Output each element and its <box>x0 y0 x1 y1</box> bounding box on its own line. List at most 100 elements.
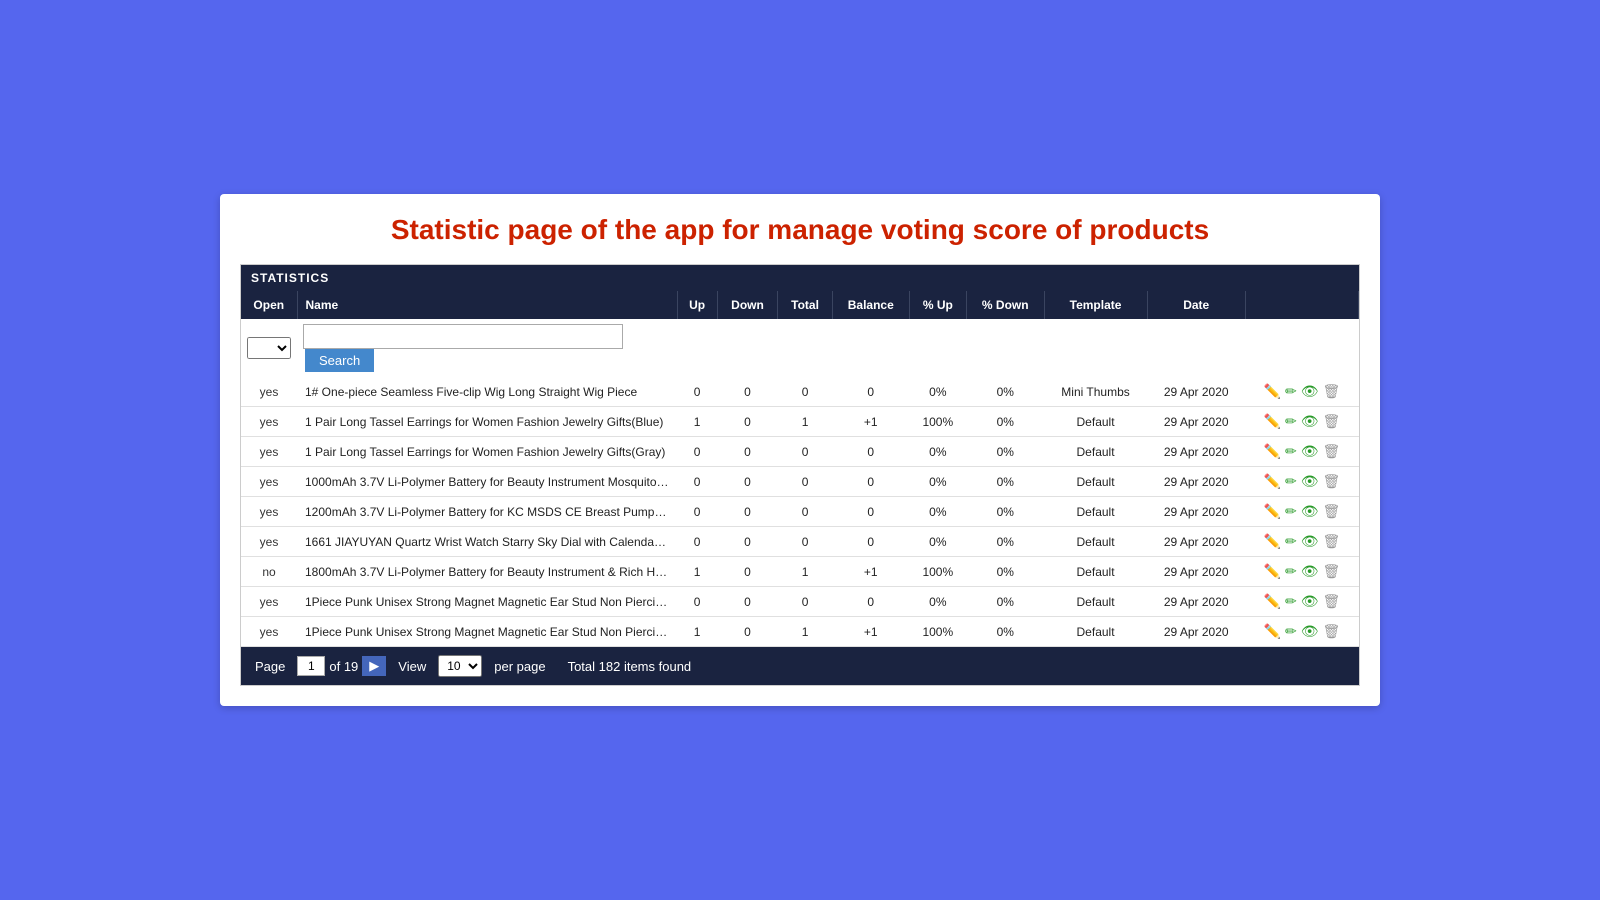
cell-pct-down: 0% <box>966 467 1044 497</box>
col-actions <box>1245 291 1358 319</box>
edit-icon[interactable]: ✏ <box>1285 593 1297 610</box>
cell-balance: +1 <box>832 617 909 647</box>
cell-balance: +1 <box>832 557 909 587</box>
delete-icon[interactable]: 🗑 <box>1323 563 1341 580</box>
cell-pct-up: 0% <box>909 467 966 497</box>
cell-down: 0 <box>717 527 778 557</box>
edit-link-icon[interactable]: ✏️ <box>1264 443 1281 460</box>
col-open: Open <box>241 291 297 319</box>
cell-down: 0 <box>717 557 778 587</box>
col-date: Date <box>1147 291 1245 319</box>
cell-down: 0 <box>717 617 778 647</box>
search-up-cell <box>677 319 717 377</box>
delete-icon[interactable]: 🗑 <box>1323 413 1341 430</box>
edit-link-icon[interactable]: ✏️ <box>1264 413 1281 430</box>
view-icon[interactable]: 👁 <box>1301 533 1319 550</box>
edit-icon[interactable]: ✏ <box>1285 413 1297 430</box>
edit-link-icon[interactable]: ✏️ <box>1264 593 1281 610</box>
edit-icon[interactable]: ✏ <box>1285 563 1297 580</box>
delete-icon[interactable]: 🗑 <box>1323 593 1341 610</box>
cell-up: 0 <box>677 467 717 497</box>
delete-icon[interactable]: 🗑 <box>1323 503 1341 520</box>
next-page-button[interactable]: ▶ <box>362 656 386 676</box>
edit-link-icon[interactable]: ✏️ <box>1264 563 1281 580</box>
view-icon[interactable]: 👁 <box>1301 443 1319 460</box>
edit-link-icon[interactable]: ✏️ <box>1264 503 1281 520</box>
edit-icon[interactable]: ✏ <box>1285 443 1297 460</box>
cell-template: Mini Thumbs <box>1044 377 1147 407</box>
cell-up: 1 <box>677 617 717 647</box>
delete-icon[interactable]: 🗑 <box>1323 383 1341 400</box>
view-icon[interactable]: 👁 <box>1301 413 1319 430</box>
cell-template: Default <box>1044 407 1147 437</box>
search-open-cell: yes no <box>241 319 297 377</box>
search-actions-cell <box>1245 319 1358 377</box>
delete-icon[interactable]: 🗑 <box>1323 623 1341 640</box>
col-pct-down: % Down <box>966 291 1044 319</box>
view-icon[interactable]: 👁 <box>1301 383 1319 400</box>
view-icon[interactable]: 👁 <box>1301 593 1319 610</box>
page-number-input[interactable] <box>297 656 325 676</box>
cell-down: 0 <box>717 437 778 467</box>
edit-icon[interactable]: ✏ <box>1285 473 1297 490</box>
edit-link-icon[interactable]: ✏️ <box>1264 623 1281 640</box>
cell-total: 0 <box>778 437 833 467</box>
cell-open: yes <box>241 467 297 497</box>
cell-pct-up: 0% <box>909 437 966 467</box>
table-row: yes 1000mAh 3.7V Li-Polymer Battery for … <box>241 467 1359 497</box>
cell-total: 1 <box>778 407 833 437</box>
cell-date: 29 Apr 2020 <box>1147 617 1245 647</box>
col-down: Down <box>717 291 778 319</box>
view-icon[interactable]: 👁 <box>1301 563 1319 580</box>
edit-icon[interactable]: ✏ <box>1285 503 1297 520</box>
per-page-select[interactable]: 10 25 50 <box>438 655 482 677</box>
edit-link-icon[interactable]: ✏️ <box>1264 473 1281 490</box>
view-icon[interactable]: 👁 <box>1301 473 1319 490</box>
cell-date: 29 Apr 2020 <box>1147 497 1245 527</box>
cell-up: 0 <box>677 437 717 467</box>
col-template: Template <box>1044 291 1147 319</box>
edit-link-icon[interactable]: ✏️ <box>1264 533 1281 550</box>
col-name: Name <box>297 291 677 319</box>
search-template-cell <box>1044 319 1147 377</box>
edit-icon[interactable]: ✏ <box>1285 623 1297 640</box>
cell-balance: 0 <box>832 377 909 407</box>
table-row: yes 1 Pair Long Tassel Earrings for Wome… <box>241 407 1359 437</box>
cell-balance: +1 <box>832 407 909 437</box>
table-row: yes 1# One-piece Seamless Five-clip Wig … <box>241 377 1359 407</box>
cell-pct-down: 0% <box>966 527 1044 557</box>
search-date-cell <box>1147 319 1245 377</box>
view-label: View <box>398 659 426 674</box>
view-icon[interactable]: 👁 <box>1301 503 1319 520</box>
cell-up: 1 <box>677 557 717 587</box>
cell-pct-down: 0% <box>966 587 1044 617</box>
search-row: yes no Search <box>241 319 1359 377</box>
cell-template: Default <box>1044 587 1147 617</box>
delete-icon[interactable]: 🗑 <box>1323 473 1341 490</box>
per-page-label: per page <box>494 659 545 674</box>
cell-open: no <box>241 557 297 587</box>
cell-total: 1 <box>778 617 833 647</box>
open-filter-select[interactable]: yes no <box>247 337 291 359</box>
delete-icon[interactable]: 🗑 <box>1323 443 1341 460</box>
cell-open: yes <box>241 407 297 437</box>
view-icon[interactable]: 👁 <box>1301 623 1319 640</box>
col-total: Total <box>778 291 833 319</box>
delete-icon[interactable]: 🗑 <box>1323 533 1341 550</box>
edit-icon[interactable]: ✏ <box>1285 533 1297 550</box>
cell-total: 0 <box>778 467 833 497</box>
cell-date: 29 Apr 2020 <box>1147 407 1245 437</box>
edit-link-icon[interactable]: ✏️ <box>1264 383 1281 400</box>
cell-actions: ✏️ ✏ 👁 🗑 <box>1245 407 1358 437</box>
edit-icon[interactable]: ✏ <box>1285 383 1297 400</box>
cell-down: 0 <box>717 497 778 527</box>
cell-name: 1800mAh 3.7V Li-Polymer Battery for Beau… <box>297 557 677 587</box>
cell-open: yes <box>241 587 297 617</box>
table-row: no 1800mAh 3.7V Li-Polymer Battery for B… <box>241 557 1359 587</box>
search-button[interactable]: Search <box>305 349 374 372</box>
cell-pct-down: 0% <box>966 557 1044 587</box>
cell-template: Default <box>1044 617 1147 647</box>
search-input[interactable] <box>303 324 623 349</box>
cell-date: 29 Apr 2020 <box>1147 467 1245 497</box>
cell-pct-up: 100% <box>909 557 966 587</box>
